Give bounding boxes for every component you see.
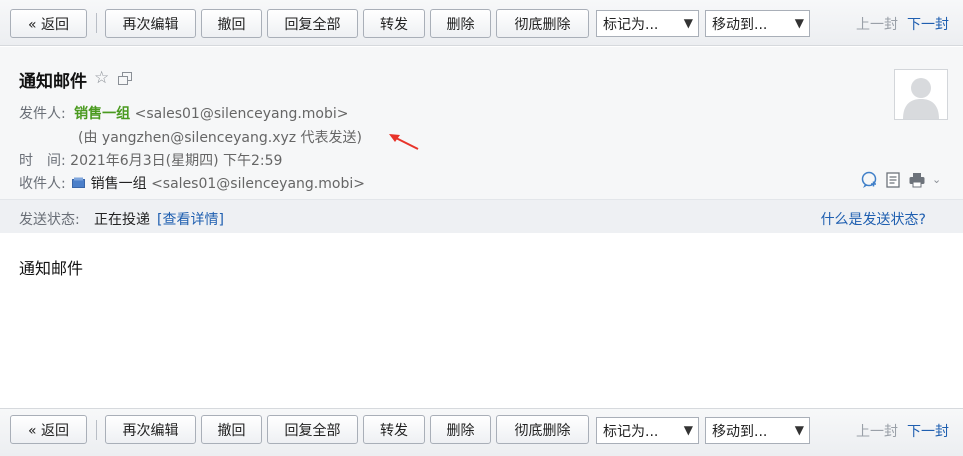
status-help-link[interactable]: 什么是发送状态?: [821, 209, 926, 229]
mark-as-value: 标记为...: [603, 423, 659, 440]
reedit-button[interactable]: 再次编辑: [105, 9, 196, 38]
forward-button[interactable]: 转发: [363, 415, 425, 444]
avatar-placeholder: [894, 69, 948, 120]
time-value: 2021年6月3日(星期四) 下午2:59: [70, 153, 283, 169]
contact-card-icon: [72, 177, 86, 188]
chevron-down-icon: ▼: [683, 423, 693, 437]
more-chevron-icon[interactable]: ⌄: [932, 171, 942, 189]
toolbar-divider: [96, 13, 97, 33]
sender-address: <sales01@silenceyang.mobi>: [134, 106, 349, 122]
reedit-button[interactable]: 再次编辑: [105, 415, 196, 444]
to-row: 收件人: 销售一组 <sales01@silenceyang.mobi>: [19, 173, 365, 193]
prev-message-link[interactable]: 上一封: [856, 14, 898, 34]
status-value: 正在投递: [94, 212, 150, 228]
recipient-address: <sales01@silenceyang.mobi>: [151, 176, 365, 192]
move-to-value: 移动到...: [712, 423, 768, 440]
to-label: 收件人:: [19, 176, 66, 192]
recipient-name[interactable]: 销售一组: [91, 176, 147, 192]
prev-message-link[interactable]: 上一封: [856, 421, 898, 441]
permanent-delete-button[interactable]: 彻底删除: [496, 9, 589, 38]
print-icon[interactable]: [908, 171, 926, 189]
recall-button[interactable]: 撤回: [201, 9, 262, 38]
next-message-link[interactable]: 下一封: [907, 421, 949, 441]
move-to-value: 移动到...: [712, 16, 768, 33]
delete-button[interactable]: 删除: [430, 9, 491, 38]
top-toolbar: « 返回 再次编辑 撤回 回复全部 转发 删除 彻底删除 标记为... ▼ 移动…: [0, 0, 963, 46]
move-to-select[interactable]: 移动到... ▼: [705, 417, 810, 444]
sender-name[interactable]: 销售一组: [74, 106, 130, 122]
chevron-down-icon: ▼: [794, 423, 804, 437]
chevron-down-icon: ▼: [683, 16, 693, 30]
next-message-link[interactable]: 下一封: [907, 14, 949, 34]
note-icon[interactable]: [884, 171, 902, 189]
delivery-status-bar: 发送状态: 正在投递 [查看详情] 什么是发送状态?: [0, 199, 963, 233]
popout-icon[interactable]: [118, 72, 132, 85]
from-label: 发件人:: [19, 106, 66, 122]
back-button[interactable]: « 返回: [10, 9, 87, 38]
time-row: 时 间: 2021年6月3日(星期四) 下午2:59: [19, 150, 282, 170]
message-body: 通知邮件: [19, 259, 84, 278]
message-header: 通知邮件 ☆ 发件人: 销售一组 <sales01@silenceyang.mo…: [0, 47, 963, 233]
chat-reply-icon[interactable]: [860, 171, 878, 189]
reply-all-button[interactable]: 回复全部: [267, 415, 358, 444]
on-behalf-text: (由 yangzhen@silenceyang.xyz 代表发送): [78, 130, 363, 146]
time-label: 时 间:: [19, 153, 66, 169]
message-subject: 通知邮件: [19, 72, 87, 92]
permanent-delete-button[interactable]: 彻底删除: [496, 415, 589, 444]
mark-as-value: 标记为...: [603, 16, 659, 33]
status-label: 发送状态:: [19, 212, 80, 228]
from-row: 发件人: 销售一组 <sales01@silenceyang.mobi>: [19, 103, 349, 123]
mark-as-select[interactable]: 标记为... ▼: [596, 10, 699, 37]
mark-as-select[interactable]: 标记为... ▼: [596, 417, 699, 444]
forward-button[interactable]: 转发: [363, 9, 425, 38]
red-annotation-arrow: [389, 134, 419, 150]
back-button[interactable]: « 返回: [10, 415, 87, 444]
header-tool-icons: ⌄: [860, 171, 942, 189]
bottom-toolbar: « 返回 再次编辑 撤回 回复全部 转发 删除 彻底删除 标记为... ▼ 移动…: [0, 408, 963, 456]
on-behalf-row: (由 yangzhen@silenceyang.xyz 代表发送): [78, 127, 362, 147]
move-to-select[interactable]: 移动到... ▼: [705, 10, 810, 37]
star-icon[interactable]: ☆: [94, 68, 109, 88]
reply-all-button[interactable]: 回复全部: [267, 9, 358, 38]
person-silhouette-icon: [903, 78, 939, 119]
recall-button[interactable]: 撤回: [201, 415, 262, 444]
toolbar-divider: [96, 420, 97, 440]
status-details-link[interactable]: [查看详情]: [157, 209, 224, 229]
delete-button[interactable]: 删除: [430, 415, 491, 444]
chevron-down-icon: ▼: [794, 16, 804, 30]
